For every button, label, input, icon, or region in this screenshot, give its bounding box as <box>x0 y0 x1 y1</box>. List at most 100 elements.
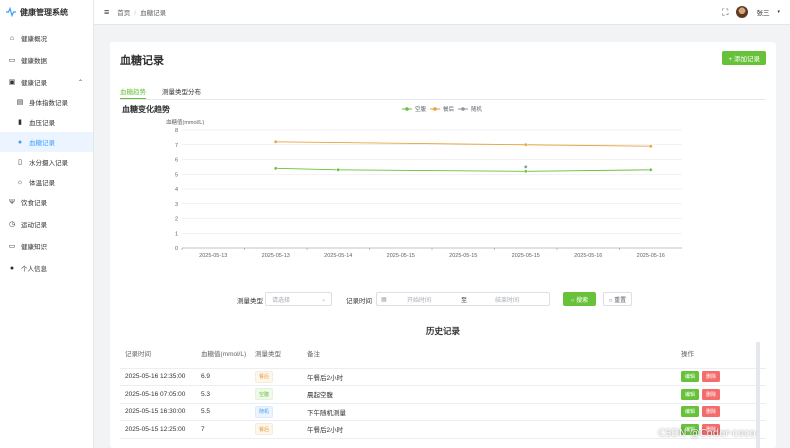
legend-marker <box>433 107 437 111</box>
edit-button[interactable]: 编辑 <box>681 406 700 418</box>
sidebar-item-health-data[interactable]: ▭ 健康数据 <box>0 50 93 70</box>
y-tick-label: 4 <box>175 187 178 193</box>
data-point <box>523 142 528 147</box>
home-icon: ⌂ <box>9 34 15 42</box>
column-header: 血糖值(mmol/L) <box>196 342 250 369</box>
sidebar-item-label: 健康数据 <box>21 58 47 65</box>
user-name[interactable]: 张三 <box>756 7 769 17</box>
sun-icon: ☼ <box>16 178 24 186</box>
table-row: 2025-05-16 07:05:00 5.3 空腹 晨起空腹 编辑 删除 <box>120 385 766 404</box>
sidebar-item-label: 体温记录 <box>29 180 55 187</box>
pulse-icon <box>6 7 16 17</box>
x-tick-label: 2025-05-16 <box>637 253 665 259</box>
timer-icon: ◷ <box>8 221 16 228</box>
breadcrumb-current: 血糖记录 <box>140 10 167 17</box>
sidebar-item-exercise[interactable]: ◷ 运动记录 <box>0 214 93 234</box>
y-tick-label: 2 <box>175 217 178 223</box>
drop-icon: ● <box>17 138 23 146</box>
book-icon: ▭ <box>8 243 16 250</box>
cell-note: 下午随机测量 <box>302 403 676 421</box>
cell-value: 5.5 <box>196 403 250 421</box>
table-row: 2025-05-15 16:30:00 5.5 随机 下午随机测量 编辑 删除 <box>120 403 766 421</box>
sidebar-item-label: 水分摄入记录 <box>29 160 68 167</box>
column-header: 操作 <box>676 342 766 369</box>
chevron-down-icon: ⌄ <box>320 296 326 303</box>
table-header-row: 记录时间 血糖值(mmol/L) 测量类型 备注 操作 <box>120 342 766 369</box>
sidebar-item-profile[interactable]: ● 个人信息 <box>0 258 93 278</box>
range-separator: 至 <box>461 297 468 304</box>
start-date-input[interactable]: 开始时间 <box>407 295 431 304</box>
sidebar-item-diet[interactable]: Ψ 饮食记录 <box>0 192 93 212</box>
sidebar-item-overview[interactable]: ⌂ 健康概况 <box>0 28 93 48</box>
x-tick-label: 2025-05-15 <box>512 253 540 259</box>
sidebar-item-blood-sugar[interactable]: ● 血糖记录 <box>0 132 93 152</box>
cell-time: 2025-05-15 12:25:00 <box>120 420 196 439</box>
app-logo[interactable]: 健康管理系统 <box>0 0 93 24</box>
date-range-picker[interactable]: ▦ 开始时间 至 结束时间 <box>376 292 550 306</box>
cell-actions: 编辑 删除 <box>676 403 766 421</box>
cell-actions: 编辑 删除 <box>676 368 766 386</box>
chevron-down-icon[interactable]: ▾ <box>777 9 780 15</box>
y-tick-label: 5 <box>175 172 178 178</box>
tab-trend[interactable]: 血糖趋势 <box>120 86 146 99</box>
type-tag: 餐后 <box>255 423 274 436</box>
data-point <box>648 144 653 149</box>
scrollbar[interactable] <box>756 342 760 448</box>
type-tag: 随机 <box>255 405 274 418</box>
sidebar-item-health-records[interactable]: ▣ 健康记录 ⌃ <box>0 72 93 92</box>
sidebar-item-label: 健康记录 <box>21 80 47 87</box>
delete-button[interactable]: 删除 <box>702 406 721 418</box>
data-point <box>648 168 653 172</box>
cup-icon: ▯ <box>18 159 22 166</box>
fork-icon: Ψ <box>9 198 15 206</box>
tabs: 血糖趋势 测量类型分布 <box>120 86 766 100</box>
tab-type-distribution[interactable]: 测量类型分布 <box>162 86 201 99</box>
bar-icon: ▮ <box>18 119 22 126</box>
y-tick-label: 1 <box>175 231 178 237</box>
y-axis-label: 血糖值(mmol/L) <box>166 118 204 126</box>
sidebar-item-knowledge[interactable]: ▭ 健康知识 <box>0 236 93 256</box>
fullscreen-icon[interactable]: ⛶ <box>722 7 728 18</box>
avatar[interactable] <box>736 6 749 18</box>
x-tick-label: 2025-05-16 <box>574 253 602 259</box>
y-tick-label: 0 <box>175 246 178 252</box>
cell-note: 午餐后2小时 <box>302 368 676 386</box>
breadcrumb-home[interactable]: 首页 <box>117 10 130 17</box>
sidebar-item-water[interactable]: ▯ 水分摄入记录 <box>0 152 93 172</box>
type-label: 测量类型 <box>237 298 263 305</box>
cell-time: 2025-05-16 07:05:00 <box>120 385 196 404</box>
add-record-button[interactable]: + 添加记录 <box>722 51 766 65</box>
delete-button[interactable]: 删除 <box>702 388 721 400</box>
cell-time: 2025-05-16 12:35:00 <box>120 368 196 386</box>
reset-button[interactable]: ○ 重置 <box>603 292 632 306</box>
search-button[interactable]: ○ 搜索 <box>563 292 596 306</box>
delete-button[interactable]: 删除 <box>702 371 721 383</box>
cell-value: 6.9 <box>196 368 250 386</box>
data-point <box>523 165 528 169</box>
legend-label: 餐后 <box>443 105 455 113</box>
sidebar-item-temperature[interactable]: ☼ 体温记录 <box>0 172 93 192</box>
cell-type: 餐后 <box>250 420 302 439</box>
end-date-input[interactable]: 结束时间 <box>495 295 519 304</box>
sidebar-item-label: 血压记录 <box>29 120 55 127</box>
edit-button[interactable]: 编辑 <box>681 371 700 383</box>
y-tick-label: 6 <box>175 158 178 164</box>
type-select-placeholder: 请选择 <box>272 297 291 304</box>
cell-type: 餐后 <box>250 368 302 386</box>
main-card: 血糖记录 + 添加记录 血糖趋势 测量类型分布 血糖变化趋势 012345678… <box>110 42 776 448</box>
page-title: 血糖记录 <box>120 55 164 67</box>
menu-toggle-icon[interactable]: ≡ <box>104 7 109 17</box>
chevron-up-icon: ⌃ <box>77 79 83 86</box>
cell-note: 午餐后2小时 <box>302 420 676 439</box>
type-select[interactable]: 请选择 ⌄ <box>265 292 332 306</box>
column-header: 备注 <box>302 342 676 369</box>
sidebar-item-body-index[interactable]: ▤ 身体指数记录 <box>0 92 93 112</box>
cell-type: 空腹 <box>250 385 302 404</box>
type-tag: 空腹 <box>255 388 274 401</box>
sidebar-item-blood-pressure[interactable]: ▮ 血压记录 <box>0 112 93 132</box>
table-row: 2025-05-16 12:35:00 6.9 餐后 午餐后2小时 编辑 删除 <box>120 368 766 386</box>
edit-button[interactable]: 编辑 <box>681 388 700 400</box>
watermark: CSDN @Coder-coco <box>658 428 756 439</box>
time-label: 记录时间 <box>346 298 372 305</box>
calendar-icon: ▦ <box>381 296 387 303</box>
